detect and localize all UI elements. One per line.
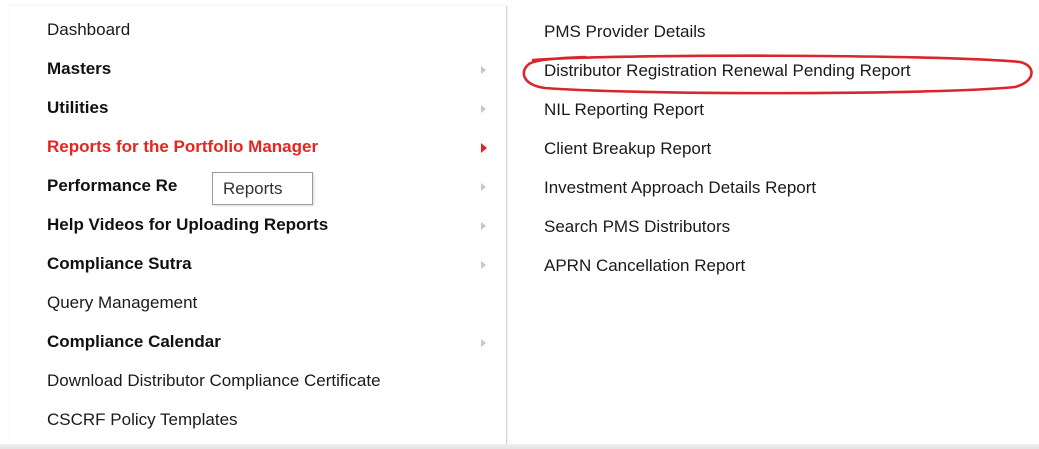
menu-item-label: Dashboard — [47, 20, 131, 39]
menu-item-query-management[interactable]: Query Management — [9, 285, 506, 324]
tooltip-text: Reports — [223, 179, 283, 198]
submenu-item-investment-approach[interactable]: Investment Approach Details Report — [508, 168, 1039, 207]
main-menu: Dashboard Masters Utilities Reports for … — [9, 6, 507, 444]
submenu-item-search-pms-distributors[interactable]: Search PMS Distributors — [508, 207, 1039, 246]
menu-item-dashboard[interactable]: Dashboard — [9, 12, 506, 51]
submenu-item-aprn-cancellation[interactable]: APRN Cancellation Report — [508, 246, 1039, 285]
submenu-item-pms-provider-details[interactable]: PMS Provider Details — [508, 12, 1039, 51]
menu-item-label: Performance Re — [47, 176, 178, 195]
menu-item-masters[interactable]: Masters — [9, 51, 506, 90]
menu-item-label: Reports for the Portfolio Manager — [47, 137, 319, 156]
menu-item-label: Utilities — [47, 98, 109, 117]
chevron-right-icon — [481, 339, 486, 347]
submenu-item-label: Distributor Registration Renewal Pending… — [544, 61, 911, 80]
menu-item-help-videos[interactable]: Help Videos for Uploading Reports — [9, 207, 506, 246]
chevron-right-icon — [481, 261, 486, 269]
submenu: PMS Provider Details Distributor Registr… — [508, 6, 1039, 444]
chevron-right-icon — [481, 105, 486, 113]
submenu-item-nil-reporting[interactable]: NIL Reporting Report — [508, 90, 1039, 129]
menu-item-label: CSCRF Policy Templates — [47, 410, 238, 429]
submenu-item-label: Investment Approach Details Report — [544, 178, 817, 197]
chevron-right-icon — [481, 222, 486, 230]
submenu-item-distributor-renewal-pending[interactable]: Distributor Registration Renewal Pending… — [508, 51, 1039, 90]
chevron-right-icon — [481, 143, 487, 153]
menu-item-label: Download Distributor Compliance Certific… — [47, 371, 381, 390]
submenu-item-label: NIL Reporting Report — [544, 100, 705, 119]
submenu-item-label: APRN Cancellation Report — [544, 256, 746, 275]
submenu-item-client-breakup[interactable]: Client Breakup Report — [508, 129, 1039, 168]
menu-item-cscrf-policy-templates[interactable]: CSCRF Policy Templates — [9, 402, 506, 441]
menu-item-reports-for-portfolio-manager[interactable]: Reports for the Portfolio Manager — [9, 129, 506, 168]
menu-item-utilities[interactable]: Utilities — [9, 90, 506, 129]
tooltip: Reports — [212, 172, 313, 205]
menu-item-label: Compliance Sutra — [47, 254, 192, 273]
submenu-item-label: Search PMS Distributors — [544, 217, 731, 236]
chevron-right-icon — [481, 66, 486, 74]
page-background-strip — [0, 444, 1039, 449]
menu-item-download-certificate[interactable]: Download Distributor Compliance Certific… — [9, 363, 506, 402]
menu-item-label: Masters — [47, 59, 112, 78]
submenu-item-label: PMS Provider Details — [544, 22, 706, 41]
menu-item-compliance-sutra[interactable]: Compliance Sutra — [9, 246, 506, 285]
page: Dashboard Masters Utilities Reports for … — [0, 0, 1039, 449]
submenu-item-label: Client Breakup Report — [544, 139, 712, 158]
menu-item-compliance-calendar[interactable]: Compliance Calendar — [9, 324, 506, 363]
menu-item-label: Query Management — [47, 293, 198, 312]
chevron-right-icon — [481, 183, 486, 191]
menu-item-label: Compliance Calendar — [47, 332, 221, 351]
menu-item-label: Help Videos for Uploading Reports — [47, 215, 329, 234]
